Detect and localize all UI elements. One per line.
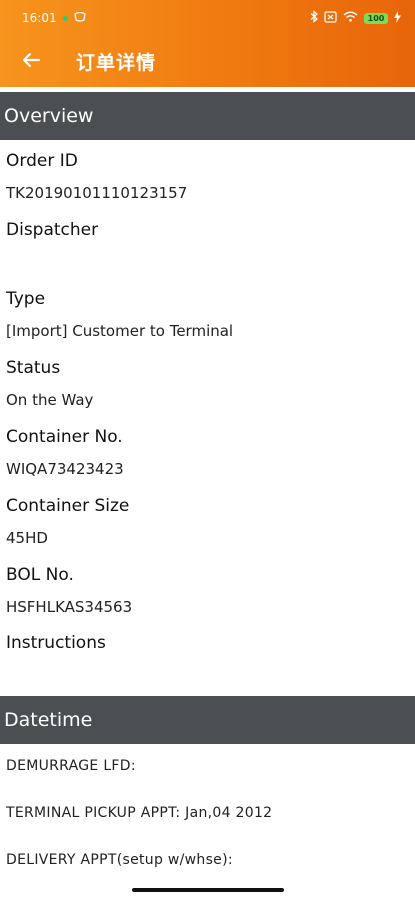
terminal-pickup-appt: TERMINAL PICKUP APPT: Jan,04 2012 (6, 805, 273, 821)
section-title-datetime: Datetime (4, 709, 93, 731)
app-bar: 16:01 100 订单详情 (0, 0, 415, 87)
label-container-size: Container Size (6, 496, 130, 516)
section-header-datetime: Datetime (0, 696, 415, 744)
home-indicator[interactable] (132, 888, 284, 892)
label-container-no: Container No. (6, 427, 123, 447)
no-sim-icon (324, 10, 337, 26)
wifi-icon (343, 11, 358, 25)
status-time: 16:01 (22, 11, 57, 25)
label-instructions: Instructions (6, 633, 106, 653)
notification-dot-icon (62, 15, 68, 21)
value-status: On the Way (6, 391, 94, 409)
status-left: 16:01 (22, 11, 86, 25)
charging-icon (394, 10, 401, 26)
status-right: 100 (310, 10, 401, 26)
app-notification-icon (73, 11, 86, 25)
section-header-overview: Overview (0, 92, 415, 140)
label-type: Type (6, 289, 46, 309)
back-button[interactable] (0, 36, 62, 87)
label-order-id: Order ID (6, 151, 78, 171)
label-dispatcher: Dispatcher (6, 220, 99, 240)
value-order-id: TK20190101110123157 (6, 184, 188, 202)
label-status: Status (6, 358, 61, 378)
value-container-size: 45HD (6, 529, 48, 547)
arrow-left-icon (21, 52, 41, 72)
status-bar: 16:01 100 (0, 0, 415, 36)
value-type: [Import] Customer to Terminal (6, 322, 234, 340)
label-bol-no: BOL No. (6, 565, 74, 585)
section-title-overview: Overview (4, 105, 94, 127)
value-bol-no: HSFHLKAS34563 (6, 598, 133, 616)
value-container-no: WIQA73423423 (6, 460, 124, 478)
demurrage-lfd: DEMURRAGE LFD: (6, 758, 136, 774)
page-title: 订单详情 (76, 52, 157, 74)
delivery-appt: DELIVERY APPT(setup w/whse): (6, 852, 233, 868)
toolbar: 订单详情 (0, 36, 415, 87)
battery-icon: 100 (364, 12, 388, 24)
bluetooth-icon (310, 10, 318, 26)
